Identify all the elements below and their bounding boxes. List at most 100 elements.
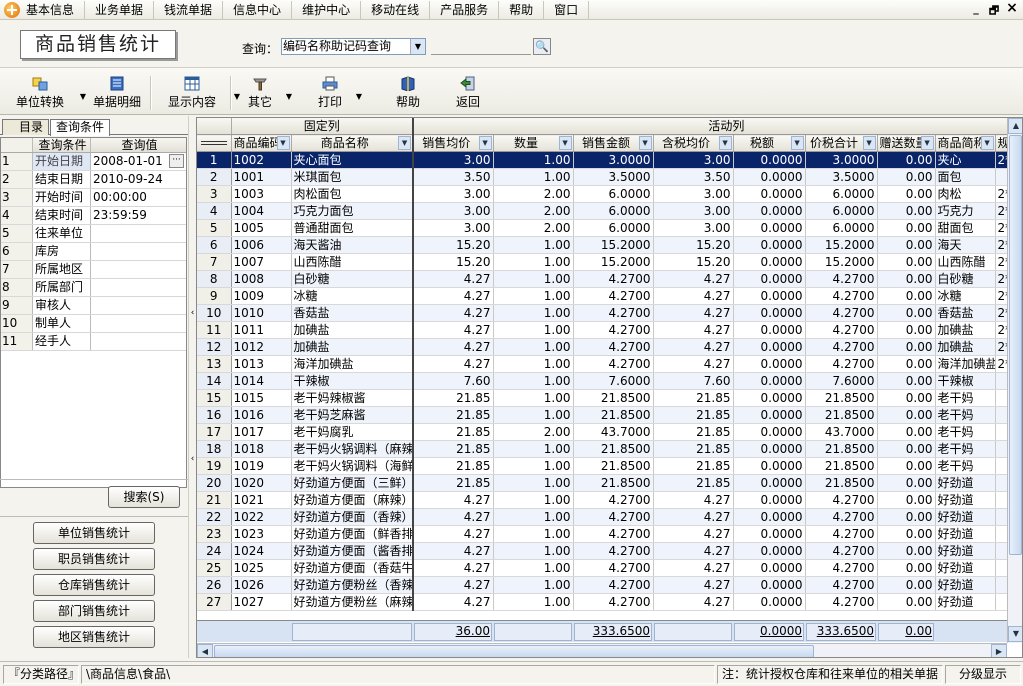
table-row[interactable]: 1 1002 夹心面包 3.00 1.00 3.0000 3.00 0.0000 3.0000 0… [197,151,1022,169]
table-cell[interactable]: 白砂糖 [935,270,996,288]
table-row[interactable]: 10 1010 香菇盐 4.27 1.00 4.2700 4.27 0.0000 4.2700 0… [197,304,1022,322]
table-row[interactable]: 6 1006 海天酱油 15.20 1.00 15.2000 15.20 0.0000 15.2… [197,236,1022,254]
table-cell[interactable]: 0.00 [877,593,936,611]
menu-item[interactable]: 信息中心 [223,0,293,19]
table-cell[interactable]: 4.2700 [573,576,654,594]
table-cell[interactable]: 0.00 [877,355,936,373]
table-cell[interactable]: 27 [197,593,232,611]
table-row[interactable]: 3 1003 肉松面包 3.00 2.00 6.0000 3.00 0.0000 6.0000 0… [197,185,1022,203]
table-cell[interactable]: 米琪面包 [291,168,415,186]
table-cell[interactable]: 1005 [231,219,292,237]
table-row[interactable]: 21 1021 好劲道方便面（麻辣） 4.27 1.00 4.2700 4.27 0.0000… [197,491,1022,509]
condition-value[interactable] [91,333,186,350]
table-cell[interactable]: 4.2700 [573,559,654,577]
column-header[interactable]: 商品编码 ▼ [231,134,292,152]
table-cell[interactable]: 21.85 [413,440,494,458]
table-cell[interactable]: 4.2700 [573,338,654,356]
table-cell[interactable]: 1015 [231,389,292,407]
table-cell[interactable]: 0.00 [877,474,936,492]
table-cell[interactable]: 4.2700 [805,576,878,594]
table-cell[interactable]: 白砂糖 [291,270,415,288]
table-cell[interactable]: 6.0000 [573,185,654,203]
table-row[interactable]: 2 1001 米琪面包 3.50 1.00 3.5000 3.50 0.0000 3.5000 0… [197,168,1022,186]
table-cell[interactable]: 4.2700 [805,525,878,543]
table-cell[interactable]: 4.27 [653,542,734,560]
table-cell[interactable]: 0.00 [877,525,936,543]
table-cell[interactable]: 1 [197,151,232,169]
table-cell[interactable]: 加碘盐 [291,321,415,339]
table-cell[interactable]: 1019 [231,457,292,475]
table-row[interactable]: 7 1007 山西陈醋 15.20 1.00 15.2000 15.20 0.0000 15.2… [197,253,1022,271]
table-cell[interactable]: 3.00 [413,219,494,237]
chevron-down-icon[interactable]: ▼ [718,136,732,150]
table-cell[interactable]: 4.2700 [805,321,878,339]
condition-value[interactable] [91,315,186,332]
table-cell[interactable]: 4.27 [413,525,494,543]
table-cell[interactable]: 21.85 [413,474,494,492]
condition-value[interactable] [91,225,186,242]
table-cell[interactable]: 好劲道 [935,593,996,611]
table-cell[interactable]: 1026 [231,576,292,594]
toolbar-button-4[interactable]: 其它 ▼ [240,72,292,112]
column-header[interactable]: 含税均价 ▼ [653,134,734,152]
tab-query-conditions[interactable]: 查询条件 [50,119,111,136]
table-cell[interactable]: 21.8500 [573,406,654,424]
table-cell[interactable]: 4.27 [413,491,494,509]
table-cell[interactable]: 21.85 [413,389,494,407]
table-cell[interactable]: 夹心 [935,151,996,169]
table-cell[interactable]: 1024 [231,542,292,560]
table-cell[interactable]: 1027 [231,593,292,611]
table-cell[interactable]: 海天酱油 [291,236,415,254]
table-row[interactable]: 19 1019 老干妈火锅调料（海鲜 21.85 1.00 21.8500 21.85 0.0… [197,457,1022,475]
table-cell[interactable]: 20 [197,474,232,492]
table-cell[interactable]: 3.0000 [573,151,654,169]
table-cell[interactable]: 6.0000 [805,185,878,203]
table-cell[interactable]: 4.2700 [573,270,654,288]
table-cell[interactable]: 4.2700 [805,355,878,373]
table-cell[interactable]: 4.27 [653,491,734,509]
chevron-left-icon[interactable]: ◀ [197,644,213,657]
table-cell[interactable]: 4.27 [413,576,494,594]
table-cell[interactable]: 43.7000 [573,423,654,441]
table-cell[interactable]: 4.27 [413,287,494,305]
table-cell[interactable]: 21.85 [653,474,734,492]
table-cell[interactable]: 0.0000 [733,508,806,526]
table-cell[interactable]: 21.8500 [573,457,654,475]
table-cell[interactable]: 4.27 [653,559,734,577]
table-cell[interactable]: 巧克力 [935,202,996,220]
table-cell[interactable]: 7 [197,253,232,271]
table-cell[interactable]: 15.20 [653,253,734,271]
table-cell[interactable]: 4.2700 [805,491,878,509]
table-cell[interactable]: 1011 [231,321,292,339]
table-cell[interactable]: 4.2700 [805,542,878,560]
table-cell[interactable]: 11 [197,321,232,339]
table-cell[interactable]: 肉松面包 [291,185,415,203]
table-cell[interactable]: 0.00 [877,185,936,203]
condition-row[interactable]: 11 经手人 [1,333,186,351]
table-cell[interactable]: 老干妈火锅调料（麻辣 [291,440,415,458]
table-cell[interactable]: 21.85 [413,423,494,441]
table-cell[interactable]: 好劲道方便面（香辣） [291,508,415,526]
table-cell[interactable]: 海天 [935,236,996,254]
table-cell[interactable]: 香菇盐 [935,304,996,322]
minimize-icon[interactable]: _ [968,2,984,15]
chevron-down-icon[interactable]: ▼ [980,136,994,150]
chevron-down-icon[interactable]: ▼ [398,136,412,150]
table-cell[interactable]: 老干妈辣椒酱 [291,389,415,407]
table-cell[interactable]: 21 [197,491,232,509]
chevron-left-icon[interactable]: ‹ [189,308,196,318]
table-cell[interactable]: 海洋加碘盐 [291,355,415,373]
table-cell[interactable]: 4.27 [653,270,734,288]
table-cell[interactable]: 4.2700 [573,491,654,509]
table-row[interactable]: 26 1026 好劲道方便粉丝（香辣 4.27 1.00 4.2700 4.27 0.0000… [197,576,1022,594]
toolbar-button-5[interactable]: 打印 ▼ [310,72,362,112]
table-cell[interactable]: 12 [197,338,232,356]
table-cell[interactable]: 7.6000 [573,372,654,390]
table-cell[interactable]: 21.85 [413,406,494,424]
table-cell[interactable]: 0.0000 [733,202,806,220]
menu-item[interactable]: 窗口 [544,0,590,19]
table-cell[interactable]: 好劲道 [935,474,996,492]
chevron-down-icon[interactable]: ▼ [862,136,876,150]
table-cell[interactable]: 21.8500 [805,457,878,475]
table-cell[interactable]: 好劲道方便粉丝（香辣 [291,576,415,594]
